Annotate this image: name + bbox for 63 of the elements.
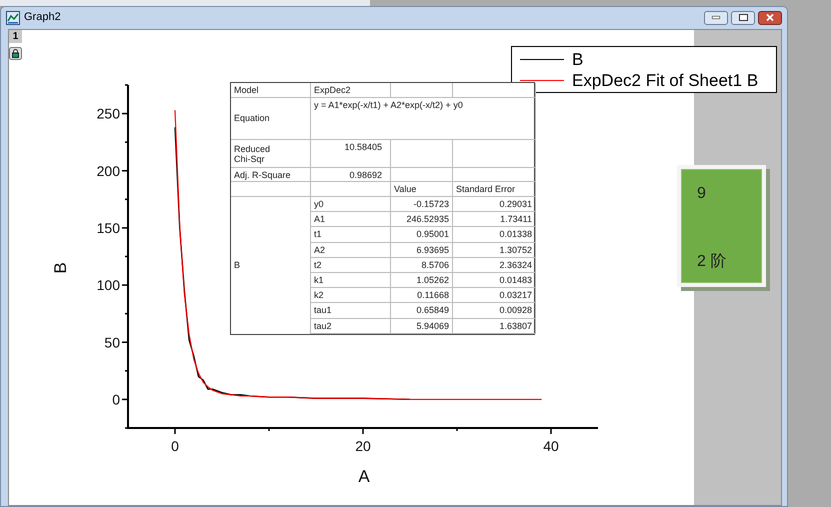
x-axis-title: A [358,467,370,486]
table-cell: Equation [231,98,311,140]
table-cell: Model [231,83,311,98]
table-cell: 1.73411 [453,212,536,228]
y-tick-label: 100 [96,277,120,294]
y-tick-label: 200 [96,162,120,179]
x-tick-label: 0 [171,438,179,454]
restore-icon [738,14,748,21]
restore-button[interactable] [731,10,755,24]
table-cell: t1 [311,227,391,243]
table-cell: 5.94069 [391,318,453,334]
card-text: 9 [697,186,707,202]
table-cell: t2 [311,258,391,273]
table-cell: Adj. R-Square [231,168,311,182]
window-title: Graph2 [24,10,61,26]
table-cell: tau1 [311,303,391,318]
table-cell: 0.00928 [453,303,536,318]
table-cell: tau2 [311,318,391,334]
minimize-icon [712,16,720,19]
table-cell: 1.05262 [391,272,453,288]
y-tick-label: 50 [104,334,120,350]
table-cell: Reduced Chi-Sqr [231,140,311,168]
table-cell: y0 [311,197,391,212]
table-cell: k2 [311,288,391,304]
table-cell: y = A1*exp(-x/t1) + A2*exp(-x/t2) + y0 [311,98,536,140]
close-icon [766,14,774,21]
table-cell: 0.98692 [311,168,391,182]
table-cell: 6.93695 [391,242,453,258]
lock-icon [9,47,22,60]
table-cell: -0.15723 [391,197,453,212]
table-cell: Standard Error [453,182,536,197]
table-cell: ExpDec2 [311,83,391,98]
table-cell: 10.58405 [311,140,391,168]
table-cell: 8.5706 [391,258,453,273]
y-tick-label: 250 [96,106,120,122]
table-cell: 1.63807 [453,318,536,334]
x-tick-label: 40 [543,438,559,454]
card-text: 2 阶 [697,254,728,270]
y-tick-label: 150 [96,220,120,236]
legend-label: ExpDec2 Fit of Sheet1 B [572,72,758,88]
legend-label: B [572,50,584,68]
y-tick-label: 0 [112,391,120,408]
x-tick-label: 20 [355,438,371,454]
y-axis-title: B [51,262,70,274]
table-cell: 0.01338 [453,227,536,243]
table-cell: k1 [311,272,391,288]
table-cell: A1 [311,212,391,228]
table-cell: A2 [311,242,391,258]
layer-tab[interactable]: 1 [9,30,22,43]
table-cell: 2.36324 [453,258,536,273]
minimize-button[interactable] [704,10,728,24]
table-cell: 0.11668 [391,288,453,304]
table-cell: B [231,197,311,334]
table-cell: Value [391,182,453,197]
graph-icon [6,10,20,24]
table-cell: 246.52935 [391,212,453,228]
table-cell: 0.03217 [453,288,536,304]
table-cell: 1.30752 [453,242,536,258]
table-cell: 0.95001 [391,227,453,243]
table-cell: 0.29031 [453,197,536,212]
close-button[interactable] [758,10,782,24]
table-cell: 0.65849 [391,303,453,318]
table-cell: 0.01483 [453,272,536,288]
